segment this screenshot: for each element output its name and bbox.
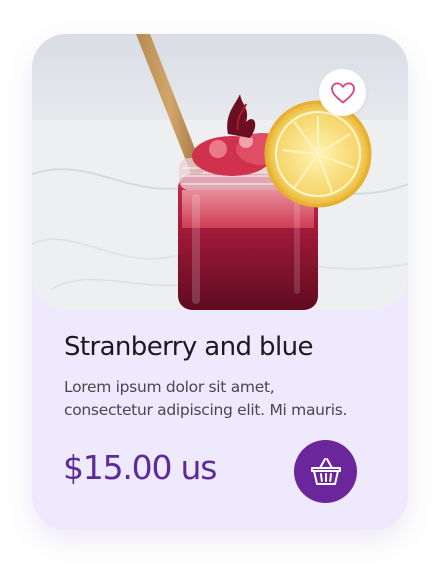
product-card[interactable]: Stranberry and blue Lorem ipsum dolor si… — [32, 34, 408, 530]
page: Stranberry and blue Lorem ipsum dolor si… — [0, 0, 448, 576]
heart-outline-icon — [330, 82, 355, 103]
product-image — [32, 34, 408, 310]
product-price: $15.00 us — [63, 448, 217, 487]
basket-icon — [310, 457, 341, 485]
favorite-button[interactable] — [319, 69, 366, 116]
product-description: Lorem ipsum dolor sit amet, consectetur … — [64, 378, 348, 419]
add-to-cart-button[interactable] — [294, 440, 357, 503]
product-title: Stranberry and blue — [64, 332, 313, 362]
